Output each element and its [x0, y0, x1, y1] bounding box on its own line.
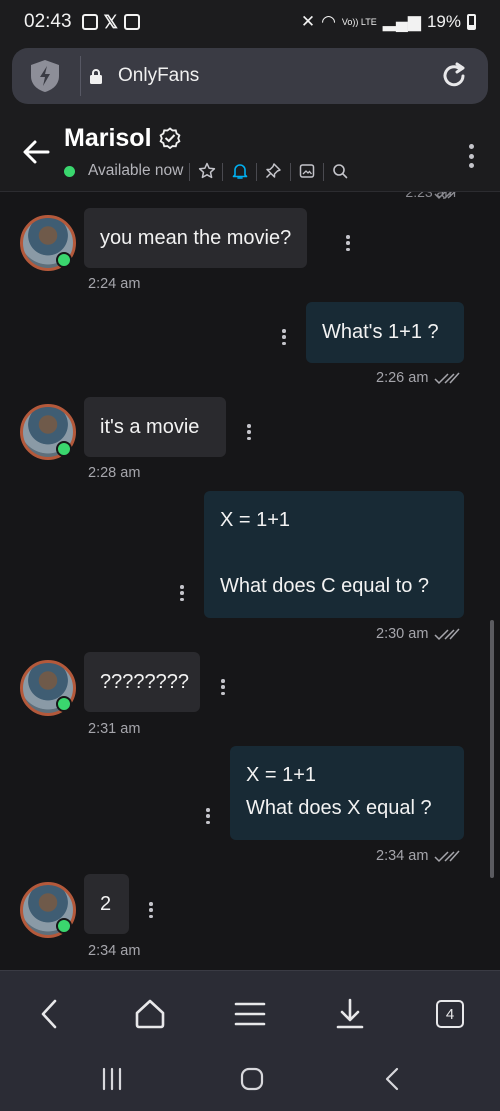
message-options-icon[interactable] — [205, 808, 211, 824]
pin-icon[interactable] — [264, 160, 282, 182]
message-options-icon[interactable] — [281, 329, 287, 345]
message-text: you mean the movie? — [100, 227, 292, 249]
message-time: 2:34 am — [88, 943, 141, 959]
back-arrow-icon[interactable] — [22, 138, 50, 166]
online-indicator — [56, 252, 72, 268]
contact-name[interactable]: Marisol — [64, 124, 152, 153]
browser-toolbar: OnlyFans — [0, 44, 500, 114]
recent-apps-icon[interactable] — [100, 1066, 124, 1092]
read-ticks-icon — [434, 192, 456, 200]
status-bar: 02:43 𝕏 ✕ ◠ Vo)) LTE ▂▄▆ 19% — [0, 0, 500, 44]
checkbox-icon — [124, 14, 141, 30]
message-options-icon[interactable] — [246, 424, 252, 440]
online-indicator — [56, 696, 72, 712]
online-status-dot — [64, 166, 75, 177]
x-app-icon: 𝕏 — [103, 11, 119, 32]
battery-percent: 19% — [426, 12, 461, 31]
read-ticks-icon — [434, 850, 460, 863]
message-bubble[interactable]: X = 1+1 What does C equal to ? — [204, 491, 464, 618]
scrollbar[interactable] — [490, 620, 494, 878]
read-ticks-icon — [434, 372, 460, 385]
shield-icon[interactable] — [28, 58, 62, 94]
message-text-line: X = 1+1 — [220, 509, 291, 531]
more-options-icon[interactable] — [468, 144, 474, 168]
message-text-line: What does C equal to ? — [220, 575, 430, 597]
system-back-icon[interactable] — [381, 1066, 405, 1092]
message-time: 2:30 am — [376, 626, 429, 642]
tabs-counter-button[interactable]: 4 — [436, 1000, 464, 1028]
read-ticks-icon — [434, 628, 460, 641]
verified-icon — [159, 127, 181, 149]
star-icon[interactable] — [198, 160, 216, 182]
message-text-line: X = 1+1 — [246, 764, 317, 786]
search-icon[interactable] — [331, 160, 349, 182]
message-bubble[interactable]: it's a movie — [84, 397, 226, 457]
online-indicator — [56, 441, 72, 457]
message-text: What's 1+1 ? — [322, 321, 439, 343]
message-bubble[interactable]: you mean the movie? — [84, 208, 308, 268]
home-icon[interactable] — [133, 997, 167, 1031]
message-options-icon[interactable] — [148, 902, 154, 918]
online-indicator — [56, 918, 72, 934]
message-bubble[interactable]: 2 — [84, 874, 129, 934]
bell-icon[interactable] — [231, 160, 249, 182]
message-options-icon[interactable] — [220, 679, 226, 695]
reload-icon[interactable] — [438, 60, 470, 92]
gallery-icon — [81, 14, 98, 30]
menu-icon[interactable] — [233, 997, 267, 1031]
message-text: ???????? — [100, 671, 189, 693]
message-text-line: What does X equal ? — [246, 797, 432, 819]
address-bar[interactable]: OnlyFans — [12, 48, 488, 104]
signal-icon: ▂▄▆ — [382, 12, 421, 31]
battery-icon — [467, 14, 476, 30]
message-bubble[interactable]: X = 1+1 What does X equal ? — [230, 746, 464, 840]
tab-count: 4 — [445, 1005, 455, 1023]
url-text[interactable]: OnlyFans — [118, 65, 199, 87]
message-bubble[interactable]: What's 1+1 ? — [306, 302, 464, 363]
message-time: 2:31 am — [88, 721, 141, 737]
message-time: 2:24 am — [88, 276, 141, 292]
message-time: 2:26 am — [376, 370, 429, 386]
message-options-icon[interactable] — [345, 235, 351, 251]
message-bubble[interactable]: ???????? — [84, 652, 200, 712]
availability-status: Available now — [88, 162, 184, 179]
home-button-icon[interactable] — [240, 1066, 264, 1092]
mute-icon: ✕ — [300, 12, 316, 31]
chat-header: Marisol Available now — [0, 114, 500, 192]
message-time: 2:34 am — [376, 848, 429, 864]
message-text: it's a movie — [100, 416, 200, 438]
system-nav-bar — [0, 1054, 500, 1111]
message-time: 2:28 am — [88, 465, 141, 481]
download-icon[interactable] — [333, 997, 367, 1031]
media-gallery-icon[interactable] — [298, 160, 316, 182]
volte-icon: Vo)) LTE — [341, 16, 377, 27]
lock-icon — [90, 69, 102, 84]
back-icon[interactable] — [33, 997, 67, 1031]
message-options-icon[interactable] — [179, 585, 185, 601]
status-time: 02:43 — [24, 11, 72, 32]
message-list[interactable]: 2:23 am you mean the movie? 2:24 am What… — [0, 192, 500, 970]
browser-bottom-nav: 4 — [0, 970, 500, 1054]
wifi-icon: ◠ — [321, 12, 336, 31]
message-text: 2 — [100, 893, 112, 915]
